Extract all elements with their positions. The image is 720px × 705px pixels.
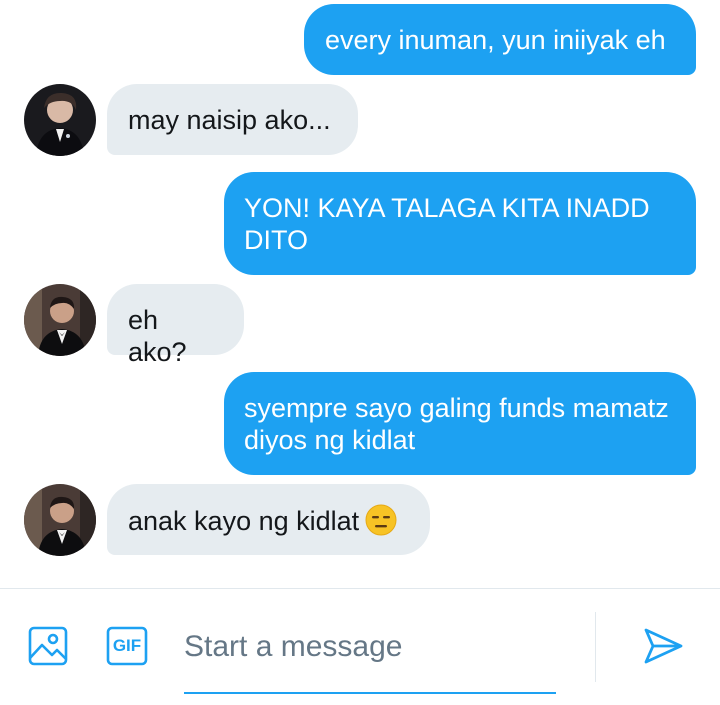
received-message[interactable]: may naisip ako... [107,84,358,155]
gif-button[interactable]: GIF [106,626,148,666]
avatar-photo [24,284,96,356]
avatar-photo [24,484,96,556]
message-text: every inuman, yun iniiyak eh [325,25,666,55]
expressionless-face-emoji [365,504,397,536]
sent-message[interactable]: syempre sayo galing funds mamatz diyos n… [224,372,696,475]
composer-divider [0,588,720,589]
dm-conversation: every inuman, yun iniiyak eh may naisip … [0,0,720,705]
sent-message[interactable]: every inuman, yun iniiyak eh [304,4,696,75]
message-text: syempre sayo galing funds mamatz diyos n… [244,393,669,455]
message-text: YON! KAYA TALAGA KITA INADD DITO [244,193,650,255]
send-icon [644,628,683,664]
input-underline [184,692,556,694]
send-button[interactable] [642,626,684,666]
send-divider [595,612,596,682]
sent-message[interactable]: YON! KAYA TALAGA KITA INADD DITO [224,172,696,275]
message-text: may naisip ako... [128,105,331,135]
avatar[interactable] [24,84,96,156]
avatar[interactable] [24,284,96,356]
received-message[interactable]: eh ako? [107,284,244,367]
image-icon[interactable] [28,626,68,666]
message-text: eh ako? [128,305,187,367]
avatar-photo [24,84,96,156]
message-input[interactable] [184,622,556,672]
gif-label: GIF [112,636,142,655]
received-message[interactable]: anak kayo ng kidlat [107,484,430,555]
avatar[interactable] [24,484,96,556]
message-text: anak kayo ng kidlat [128,506,360,536]
